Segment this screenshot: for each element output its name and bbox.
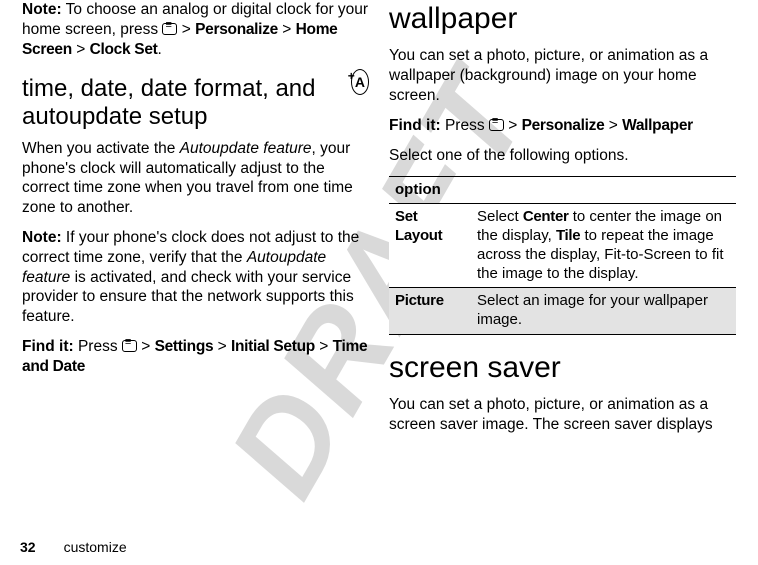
set-layout-label: Set Layout: [389, 204, 471, 288]
personalize-item-r: Personalize: [522, 117, 605, 134]
sep2: >: [278, 21, 296, 38]
findit-wallpaper: Find it: Press > Personalize > Wallpaper: [389, 116, 736, 136]
menu-key-icon: [122, 340, 137, 352]
n2b: is activated, and check with your servic…: [22, 269, 354, 326]
footer-section: customize: [64, 539, 127, 555]
time-date-heading-row: time, date, date format, and autoupdate …: [22, 69, 369, 138]
menu-key-icon: [489, 119, 504, 131]
sep3: >: [72, 41, 90, 58]
initial-setup-item: Initial Setup: [231, 338, 315, 355]
time-date-heading: time, date, date format, and autoupdate …: [22, 75, 351, 130]
page-number: 32: [20, 539, 36, 555]
settings-item: Settings: [155, 338, 214, 355]
note-end: .: [158, 41, 162, 58]
autoupdate-feature-ital: Autoupdate feature: [180, 140, 312, 157]
screensaver-para: You can set a photo, picture, or animati…: [389, 395, 736, 435]
sep7: >: [504, 117, 522, 134]
table-row: Picture Select an image for your wallpap…: [389, 288, 736, 335]
sep4: >: [137, 338, 155, 355]
r1a: Select: [477, 208, 523, 225]
menu-key-icon: [162, 23, 177, 35]
findit-label-right: Find it:: [389, 117, 441, 134]
clock-set-item: Clock Set: [90, 41, 158, 58]
table-row: Set Layout Select Center to center the i…: [389, 204, 736, 288]
wallpaper-heading: wallpaper: [389, 0, 736, 38]
note-clock-adjust: Note: If your phone's clock does not adj…: [22, 228, 369, 327]
fi-a: Press: [74, 338, 122, 355]
tile-option: Tile: [556, 227, 580, 244]
table-header-row: option: [389, 176, 736, 204]
page-content: Note: To choose an analog or digital clo…: [0, 0, 758, 525]
sep5: >: [213, 338, 231, 355]
page-footer: 32 customize: [20, 539, 127, 555]
wallpaper-para: You can set a photo, picture, or animati…: [389, 46, 736, 105]
right-column: wallpaper You can set a photo, picture, …: [379, 0, 746, 525]
wallpaper-options-table: option Set Layout Select Center to cente…: [389, 176, 736, 335]
sep1: >: [177, 21, 195, 38]
picture-desc: Select an image for your wallpaper image…: [471, 288, 736, 335]
screensaver-heading: screen saver: [389, 349, 736, 387]
left-column: Note: To choose an analog or digital clo…: [12, 0, 379, 525]
set-layout-desc: Select Center to center the image on the…: [471, 204, 736, 288]
p1a: When you activate the: [22, 140, 180, 157]
note-label: Note:: [22, 1, 62, 18]
fi-ra: Press: [441, 117, 489, 134]
sep8: >: [604, 117, 622, 134]
wallpaper-item: Wallpaper: [622, 117, 693, 134]
findit-label-left: Find it:: [22, 338, 74, 355]
autoupdate-icon: A: [351, 69, 369, 95]
table-header: option: [389, 176, 736, 204]
select-options-line: Select one of the following options.: [389, 146, 736, 166]
note2-label: Note:: [22, 229, 62, 246]
sep6: >: [315, 338, 333, 355]
picture-label: Picture: [389, 288, 471, 335]
note-analog-digital: Note: To choose an analog or digital clo…: [22, 0, 369, 59]
center-option: Center: [523, 208, 569, 225]
autoupdate-para: When you activate the Autoupdate feature…: [22, 139, 369, 218]
personalize-item: Personalize: [195, 21, 278, 38]
findit-time-date: Find it: Press > Settings > Initial Setu…: [22, 337, 369, 377]
